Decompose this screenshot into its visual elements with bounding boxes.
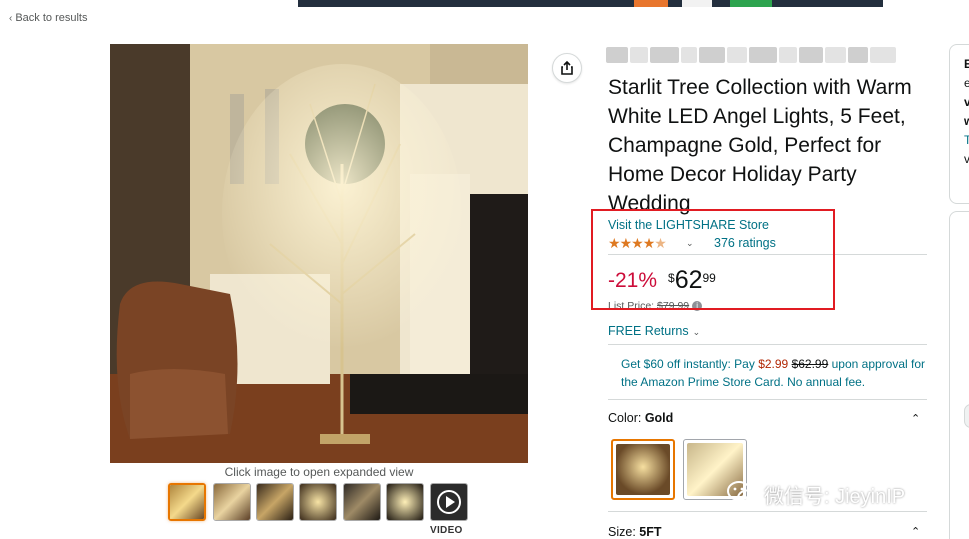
thumbnail[interactable] [386,483,424,521]
size-selector-label: Size: 5FT [608,525,662,539]
color-value: Gold [644,411,674,425]
promo-prefix: Get $60 off instantly: Pay [621,357,759,371]
image-caption: Click image to open expanded view [224,465,414,479]
price-symbol: $ [668,271,675,285]
buy-box-button[interactable] [964,404,969,428]
watermark-text: 微信号: JieyinIP [764,485,906,508]
thumbnail[interactable] [213,483,251,521]
wechat-watermark: 微信号: JieyinIP [726,479,905,509]
clipped-letter: T [964,131,969,150]
video-label: VIDEO [430,525,463,536]
banner-block [682,0,712,7]
divider [608,344,927,345]
buybox-clipped-text: E e v w T v [964,55,969,169]
star-rating[interactable]: ★★★★★ [608,235,667,252]
price-fraction: 99 [702,271,716,285]
clipped-letter: e [964,74,969,93]
thumbnail[interactable] [256,483,294,521]
clipped-letter: w [964,112,969,131]
star-icon: ★ [608,235,621,251]
list-price: List Price: $79.99 i [608,300,703,312]
video-thumbnail[interactable] [430,483,468,521]
promo-banner[interactable] [298,0,883,7]
banner-block [730,0,772,7]
info-icon[interactable]: i [692,301,703,312]
price-whole: 62 [674,266,703,294]
color-swatch-gold[interactable] [611,439,675,500]
chevron-down-icon[interactable]: ⌄ [686,238,694,249]
free-returns-label: FREE Returns [608,324,689,338]
share-icon [561,60,573,75]
store-card-promo[interactable]: Get $60 off instantly: Pay $2.99 $62.99 … [621,355,931,391]
star-icon: ★ [642,235,656,251]
store-link[interactable]: Visit the LIGHTSHARE Store [608,218,769,232]
price: $6299 [668,266,716,295]
divider [608,254,927,255]
promo-old-price: $62.99 [791,357,829,371]
free-returns-link[interactable]: FREE Returns ⌄ [608,324,700,338]
chevron-up-icon[interactable]: ⌃ [911,412,920,425]
half-star-icon: ★ [654,235,667,251]
share-button[interactable] [552,53,582,83]
color-swatch[interactable] [683,439,747,500]
star-icon: ★ [631,235,644,251]
color-label: Color: [608,411,645,425]
blurred-header [606,47,897,63]
main-product-image[interactable] [110,44,528,463]
back-to-results-link[interactable]: ‹ Back to results [9,12,87,24]
size-label: Size: [608,525,640,539]
list-price-value: $79.99 [657,300,690,312]
color-selector-label: Color: Gold [608,411,673,425]
size-value: 5FT [639,525,662,539]
buy-box-bottom [949,211,969,539]
clipped-letter: v [964,150,969,169]
product-photo [110,44,528,463]
list-price-label: List Price: [608,300,655,312]
divider [608,511,927,512]
star-icon: ★ [619,235,633,251]
thumbnail[interactable] [168,483,206,521]
thumbnail[interactable] [343,483,381,521]
thumbnail[interactable] [299,483,337,521]
play-icon [437,490,461,514]
chevron-left-icon: ‹ [9,13,13,24]
promo-pay-price: $2.99 [758,357,789,371]
product-title: Starlit Tree Collection with Warm White … [608,76,912,215]
ratings-count-link[interactable]: 376 ratings [714,236,776,250]
clipped-letter: v [964,93,969,112]
chevron-up-icon[interactable]: ⌃ [911,525,920,538]
chevron-down-icon: ⌄ [692,327,701,337]
buy-box-top: E e v w T v [949,44,969,204]
discount-percent: -21% [608,269,658,292]
banner-block [634,0,668,7]
clipped-letter: E [964,55,969,74]
back-label: Back to results [15,12,88,24]
divider [608,399,927,400]
